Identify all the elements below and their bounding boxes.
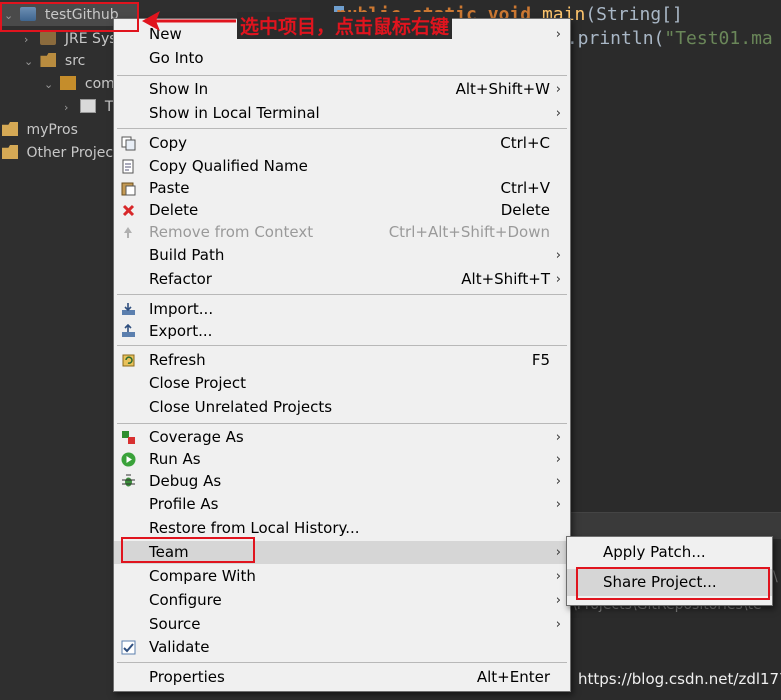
highlight-box-share-project — [576, 567, 770, 600]
submenu-arrow-icon: › — [555, 545, 561, 560]
chevron-right-icon[interactable]: › — [64, 97, 76, 118]
menu-separator — [117, 128, 567, 129]
menu-item-show-in[interactable]: Show In Alt+Shift+W › — [114, 78, 570, 101]
package-icon — [60, 76, 77, 90]
menu-item-profile-as[interactable]: Profile As › — [114, 493, 570, 516]
annotation-text: 选中项目，点击鼠标右键 — [237, 12, 453, 39]
remove-context-icon — [124, 227, 132, 238]
menu-item-go-into[interactable]: Go Into — [114, 47, 570, 70]
java-file-icon — [80, 99, 97, 113]
tree-item-label: JRE Sys — [64, 31, 117, 47]
paste-icon — [121, 182, 136, 196]
jre-library-icon — [40, 31, 57, 45]
tree-item-label: Other Project — [26, 145, 119, 161]
menu-item-validate[interactable]: Validate — [114, 636, 570, 659]
submenu-arrow-icon: › — [555, 106, 561, 121]
menu-item-refactor[interactable]: Refactor Alt+Shift+T › — [114, 268, 570, 291]
menu-item-refresh[interactable]: Refresh F5 — [114, 349, 570, 372]
submenu-arrow-icon: › — [555, 272, 561, 287]
submenu-arrow-icon: › — [555, 474, 561, 489]
submenu-arrow-icon: › — [555, 497, 561, 512]
menu-item-properties[interactable]: Properties Alt+Enter — [114, 666, 570, 689]
menu-separator — [117, 345, 567, 346]
menu-item-source[interactable]: Source › — [114, 613, 570, 636]
export-icon — [122, 324, 135, 337]
menu-separator — [117, 294, 567, 295]
submenu-arrow-icon: › — [555, 617, 561, 632]
menu-item-run-as[interactable]: Run As › — [114, 448, 570, 471]
menu-separator — [117, 423, 567, 424]
tree-item-label: src — [64, 53, 86, 69]
chevron-right-icon[interactable]: › — [24, 29, 36, 50]
submenu-arrow-icon: › — [555, 430, 561, 445]
debug-bug-icon — [122, 474, 135, 487]
menu-item-build-path[interactable]: Build Path › — [114, 244, 570, 267]
submenu-arrow-icon: › — [555, 248, 561, 263]
menu-item-close-unrelated-projects[interactable]: Close Unrelated Projects — [114, 396, 570, 419]
chevron-down-icon[interactable]: ⌄ — [44, 74, 56, 95]
chevron-down-icon[interactable]: ⌄ — [24, 51, 36, 72]
source-folder-icon — [40, 53, 57, 67]
menu-item-import[interactable]: Import... — [114, 298, 570, 321]
menu-separator — [117, 75, 567, 76]
annotation-arrow-icon — [142, 11, 236, 31]
menu-item-configure[interactable]: Configure › — [114, 589, 570, 612]
delete-icon — [122, 204, 135, 217]
tree-item-label: myPros — [26, 122, 78, 138]
context-menu: New › Go Into Show In Alt+Shift+W › Show… — [113, 18, 571, 692]
watermark-text: https://blog.csdn.net/zdl177 — [578, 670, 781, 688]
validate-check-icon — [121, 640, 136, 655]
menu-separator — [117, 662, 567, 663]
console-text: \ — [773, 569, 778, 585]
menu-item-delete[interactable]: Delete Delete — [114, 199, 570, 222]
menu-item-remove-from-context[interactable]: Remove from Context Ctrl+Alt+Shift+Down — [114, 221, 570, 244]
submenu-arrow-icon: › — [555, 569, 561, 584]
menu-item-copy[interactable]: Copy Ctrl+C — [114, 132, 570, 155]
menu-item-compare-with[interactable]: Compare With › — [114, 565, 570, 588]
code-line: t.println("Test01.ma — [556, 28, 773, 49]
menu-item-export[interactable]: Export... — [114, 320, 570, 343]
folder-icon — [2, 145, 18, 159]
coverage-icon — [122, 431, 135, 444]
import-icon — [122, 303, 135, 315]
menu-item-coverage-as[interactable]: Coverage As › — [114, 426, 570, 449]
submenu-arrow-icon: › — [555, 27, 561, 42]
menu-item-paste[interactable]: Paste Ctrl+V — [114, 177, 570, 200]
highlight-box-project — [0, 2, 139, 32]
menu-item-copy-qualified-name[interactable]: Copy Qualified Name — [114, 155, 570, 178]
menu-item-debug-as[interactable]: Debug As › — [114, 470, 570, 493]
submenu-arrow-icon: › — [555, 452, 561, 467]
menu-item-close-project[interactable]: Close Project — [114, 372, 570, 395]
highlight-box-team — [121, 537, 255, 563]
submenu-item-apply-patch[interactable]: Apply Patch... — [567, 539, 772, 566]
tree-item-label: com — [84, 76, 115, 92]
copy-qualified-icon — [122, 159, 134, 174]
folder-icon — [2, 122, 18, 136]
refresh-icon — [122, 354, 135, 367]
submenu-arrow-icon: › — [555, 82, 561, 97]
submenu-arrow-icon: › — [555, 593, 561, 608]
run-icon — [121, 452, 136, 467]
menu-item-show-in-terminal[interactable]: Show in Local Terminal › — [114, 102, 570, 125]
copy-icon — [121, 136, 136, 151]
